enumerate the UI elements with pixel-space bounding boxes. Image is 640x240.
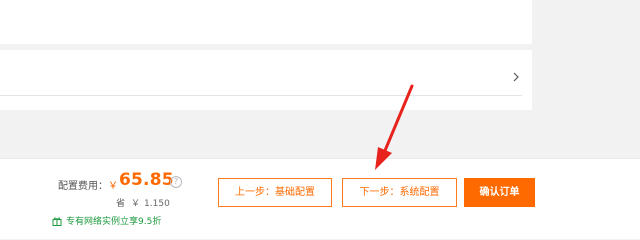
config-panel-row[interactable] <box>0 50 532 110</box>
save-amount: 1.150 <box>144 199 170 209</box>
row-divider <box>0 95 522 96</box>
savings-row: 省 ￥ 1.150 <box>116 196 170 209</box>
confirm-order-button[interactable]: 确认订单 <box>464 178 535 207</box>
save-currency: ￥ <box>131 199 141 209</box>
next-step-button[interactable]: 下一步：系统配置 <box>342 178 457 207</box>
promo-text: 专有网络实例立享9.5折 <box>66 217 162 227</box>
fee-label: 配置费用： <box>58 181 108 192</box>
promo-notice: 专有网络实例立享9.5折 <box>52 214 161 227</box>
fee-amount: 65.85 <box>119 170 174 190</box>
question-circle-icon[interactable]: ? <box>170 176 182 188</box>
prev-step-button[interactable]: 上一步：基础配置 <box>218 178 332 207</box>
fee-currency: ￥ <box>108 181 118 192</box>
save-label: 省 <box>116 199 126 209</box>
chevron-right-icon[interactable] <box>510 70 522 84</box>
config-panel-top <box>0 0 532 44</box>
gift-icon <box>52 217 62 226</box>
order-bar: 配置费用： ￥ 65.85 ? 省 ￥ 1.150 专有网络实例立享9.5折 上一步… <box>0 158 640 239</box>
